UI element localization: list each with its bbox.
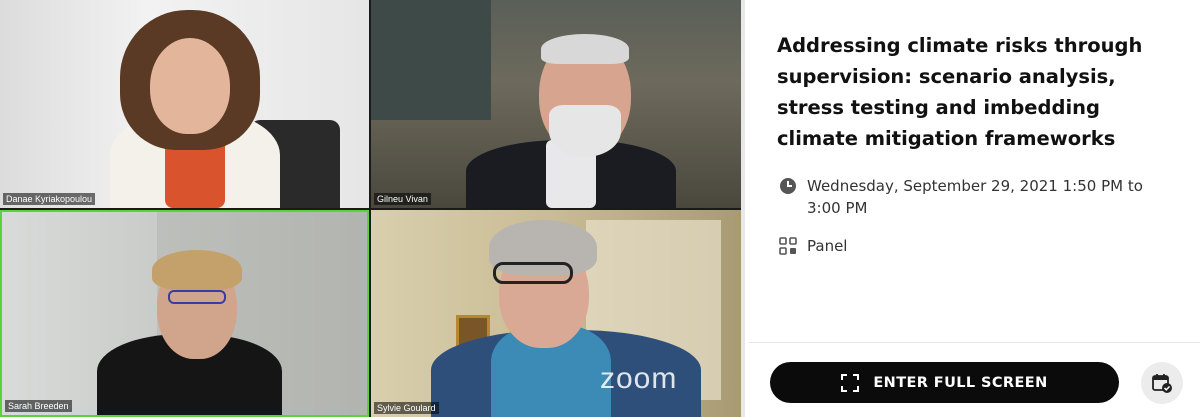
participant-name: Danae Kyriakopoulou [3, 193, 96, 205]
video-tile-sylvie[interactable]: Sylvie Goulard [371, 210, 741, 417]
participant-video [0, 0, 369, 208]
session-datetime-row: Wednesday, September 29, 2021 1:50 PM to… [779, 175, 1179, 219]
calendar-check-icon [1152, 374, 1172, 393]
session-title: Addressing climate risks through supervi… [777, 34, 1143, 150]
add-to-calendar-button[interactable] [1141, 362, 1183, 404]
participant-video [371, 0, 741, 208]
video-tile-danae[interactable]: Danae Kyriakopoulou [0, 0, 369, 208]
zoom-watermark: zoom [600, 362, 678, 395]
clock-icon [780, 178, 796, 194]
session-info-panel: Addressing climate risks through supervi… [741, 0, 1200, 417]
video-tile-gilneu[interactable]: Gilneu Vivan [371, 0, 741, 208]
participant-name: Sarah Breeden [5, 400, 72, 412]
session-datetime: Wednesday, September 29, 2021 1:50 PM to… [807, 177, 1143, 217]
enter-full-screen-label: ENTER FULL SCREEN [873, 374, 1048, 391]
panel-icon [779, 237, 797, 255]
participant-name: Sylvie Goulard [374, 402, 439, 414]
enter-full-screen-button[interactable]: ENTER FULL SCREEN [770, 362, 1119, 403]
participant-video [371, 210, 741, 417]
session-type: Panel [807, 237, 848, 255]
session-type-row: Panel [779, 235, 847, 257]
fullscreen-icon [841, 373, 860, 392]
video-tile-sarah[interactable]: Sarah Breeden [0, 210, 369, 417]
participant-video [2, 212, 367, 415]
video-grid: Danae Kyriakopoulou Gilneu Vivan Sarah B… [0, 0, 741, 417]
participant-name: Gilneu Vivan [374, 193, 431, 205]
divider [749, 342, 1200, 343]
